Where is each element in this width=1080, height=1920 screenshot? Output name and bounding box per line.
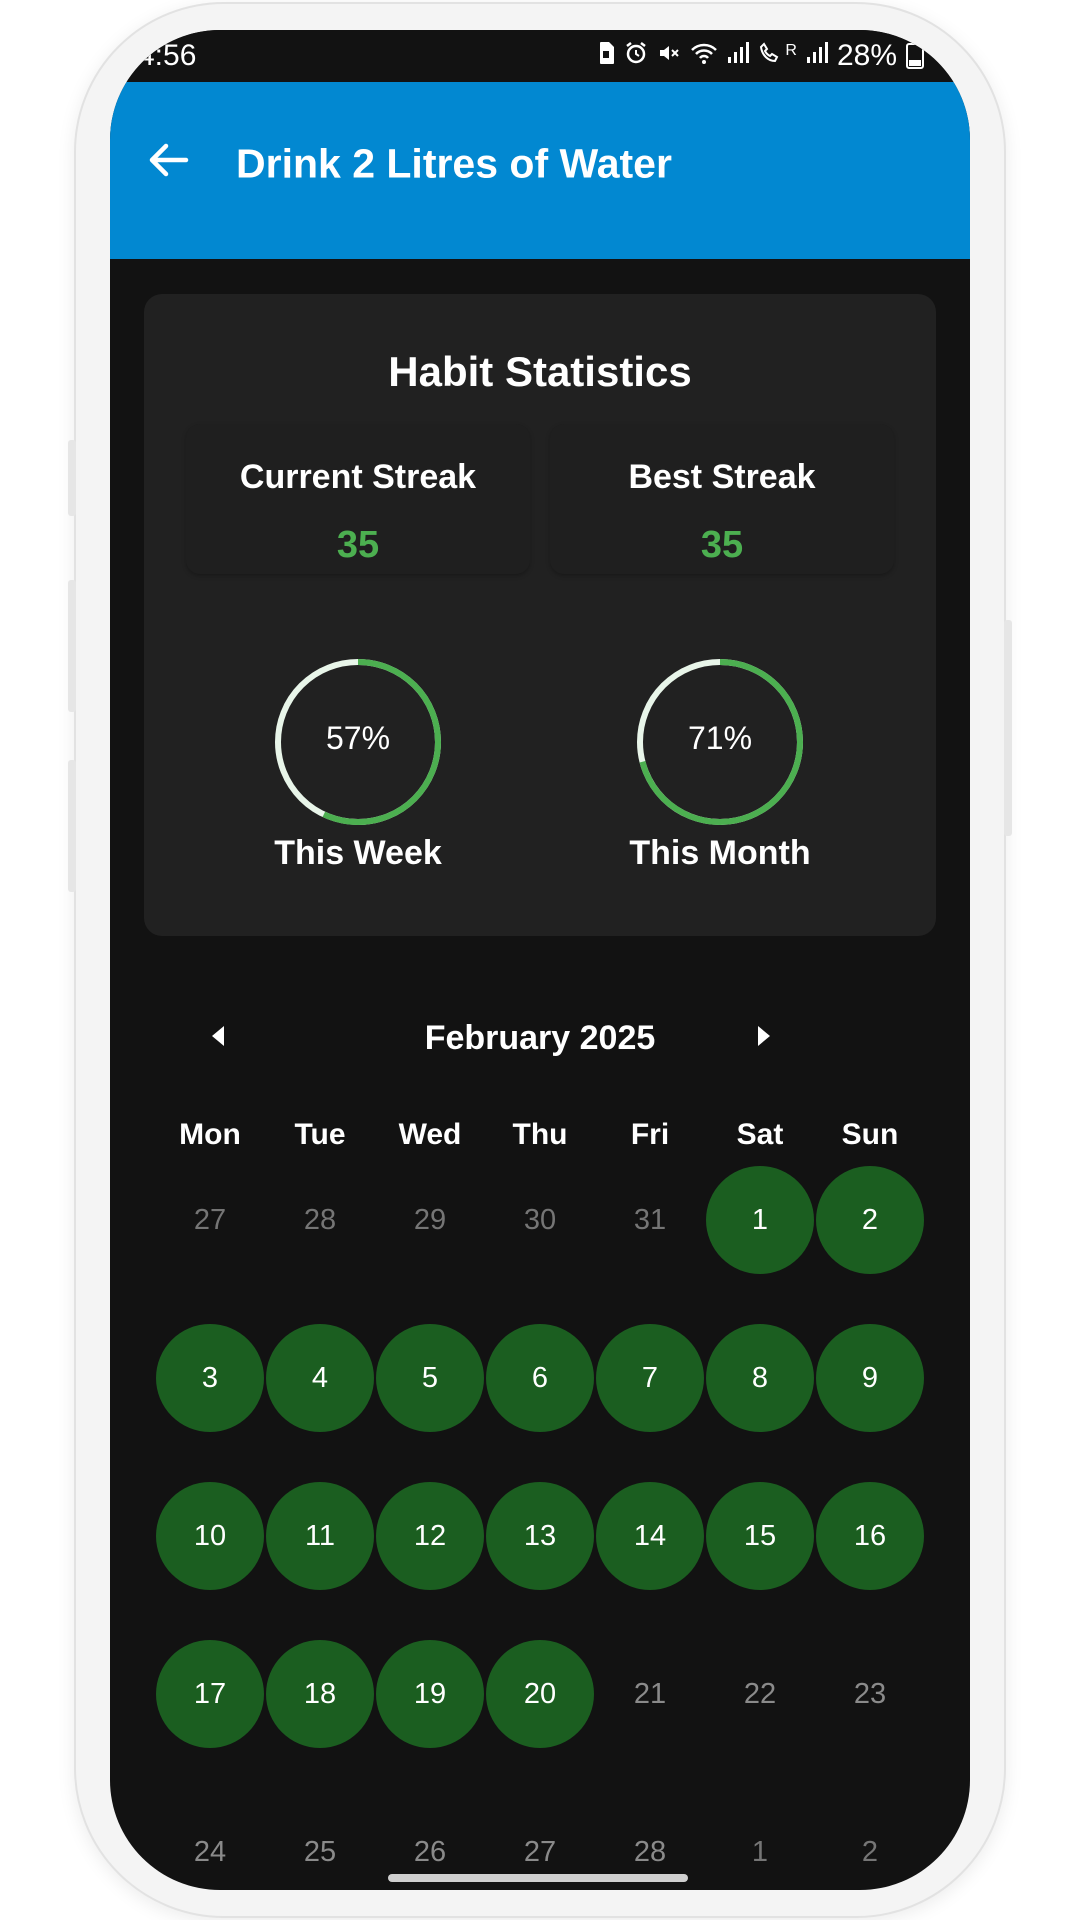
current-streak-label: Current Streak bbox=[239, 458, 477, 496]
this-month-label: This Month bbox=[629, 834, 811, 872]
calendar-day[interactable]: 30 bbox=[486, 1166, 594, 1274]
calendar-day[interactable]: 9 bbox=[816, 1324, 924, 1432]
battery-percent: 28% bbox=[836, 39, 897, 72]
calendar-day[interactable]: 12 bbox=[376, 1482, 484, 1590]
weekday-label-tue: Tue bbox=[294, 1118, 346, 1151]
volte-icon bbox=[758, 41, 782, 72]
stats-title: Habit Statistics bbox=[388, 348, 692, 395]
calendar-day[interactable]: 16 bbox=[816, 1482, 924, 1590]
calendar-day[interactable]: 11 bbox=[266, 1482, 374, 1590]
weekday-label-sun: Sun bbox=[841, 1118, 899, 1151]
calendar-day[interactable]: 2 bbox=[816, 1798, 924, 1890]
status-icons: R 28% bbox=[597, 39, 924, 73]
calendar-day[interactable]: 25 bbox=[266, 1798, 374, 1890]
calendar-day[interactable]: 8 bbox=[706, 1324, 814, 1432]
phone-side-button bbox=[68, 580, 76, 712]
alarm-icon bbox=[624, 41, 648, 72]
home-indicator[interactable] bbox=[388, 1874, 688, 1882]
calendar-day[interactable]: 1 bbox=[706, 1798, 814, 1890]
battery-icon bbox=[906, 43, 924, 69]
calendar-day[interactable]: 31 bbox=[596, 1166, 704, 1274]
weekday-label-mon: Mon bbox=[179, 1118, 241, 1151]
this-week-percent: 57% bbox=[325, 720, 391, 756]
this-week-label: This Week bbox=[274, 834, 442, 872]
calendar-next-button[interactable] bbox=[744, 1018, 784, 1058]
signal-icon bbox=[727, 41, 750, 72]
calendar-day[interactable]: 28 bbox=[266, 1166, 374, 1274]
this-month-percent: 71% bbox=[687, 720, 753, 756]
calendar-day[interactable]: 24 bbox=[156, 1798, 264, 1890]
calendar-day[interactable]: 7 bbox=[596, 1324, 704, 1432]
calendar-day[interactable]: 23 bbox=[816, 1640, 924, 1748]
phone-screen: 4:56 R 28% Drink 2 Litres of Water Habit… bbox=[110, 30, 970, 1890]
calendar-day[interactable]: 14 bbox=[596, 1482, 704, 1590]
calendar-month-label: February 2025 bbox=[424, 1019, 656, 1057]
calendar-day[interactable]: 4 bbox=[266, 1324, 374, 1432]
calendar-day[interactable]: 6 bbox=[486, 1324, 594, 1432]
calendar-day[interactable]: 20 bbox=[486, 1640, 594, 1748]
signal-2-icon bbox=[806, 41, 828, 72]
weekday-label-sat: Sat bbox=[736, 1118, 784, 1151]
weekday-label-thu: Thu bbox=[512, 1118, 568, 1151]
phone-side-button bbox=[68, 760, 76, 892]
calendar-day[interactable]: 18 bbox=[266, 1640, 374, 1748]
back-button[interactable] bbox=[138, 132, 198, 192]
calendar-day[interactable]: 1 bbox=[706, 1166, 814, 1274]
calendar-day[interactable]: 19 bbox=[376, 1640, 484, 1748]
best-streak-value: 35 bbox=[700, 524, 744, 566]
calendar-day[interactable]: 17 bbox=[156, 1640, 264, 1748]
calendar-day[interactable]: 21 bbox=[596, 1640, 704, 1748]
wifi-icon bbox=[690, 41, 718, 72]
calendar-day[interactable]: 22 bbox=[706, 1640, 814, 1748]
status-time: 4:56 bbox=[138, 39, 197, 72]
mute-icon bbox=[657, 41, 681, 72]
phone-power-button bbox=[1004, 620, 1012, 836]
page-title: Drink 2 Litres of Water bbox=[236, 140, 672, 187]
this-week-stat: 57% This Week bbox=[228, 656, 488, 876]
sim-icon bbox=[597, 41, 615, 72]
best-streak-label: Best Streak bbox=[628, 458, 816, 496]
weekday-label-wed: Wed bbox=[398, 1118, 462, 1151]
calendar-day[interactable]: 5 bbox=[376, 1324, 484, 1432]
status-bar: 4:56 R 28% bbox=[110, 30, 970, 82]
current-streak-value: 35 bbox=[336, 524, 380, 566]
best-streak-box: Best Streak 35 bbox=[550, 424, 894, 574]
calendar-header: February 2025 bbox=[110, 978, 970, 1088]
calendar-day[interactable]: 10 bbox=[156, 1482, 264, 1590]
calendar-day[interactable]: 15 bbox=[706, 1482, 814, 1590]
current-streak-box: Current Streak 35 bbox=[186, 424, 530, 574]
arrow-left-icon bbox=[146, 138, 190, 187]
calendar-day[interactable]: 2 bbox=[816, 1166, 924, 1274]
calendar-weekday-row: Mon Tue Wed Thu Fri Sat Sun bbox=[110, 1088, 970, 1178]
calendar-day[interactable]: 27 bbox=[156, 1166, 264, 1274]
calendar-day[interactable]: 13 bbox=[486, 1482, 594, 1590]
caret-right-icon bbox=[756, 1024, 772, 1053]
this-month-stat: 71% This Month bbox=[590, 656, 850, 876]
calendar-day[interactable]: 29 bbox=[376, 1166, 484, 1274]
weekday-label-fri: Fri bbox=[630, 1118, 670, 1151]
calendar-day[interactable]: 3 bbox=[156, 1324, 264, 1432]
app-bar: Drink 2 Litres of Water bbox=[110, 82, 970, 259]
volte-label: R bbox=[785, 42, 797, 59]
phone-side-button bbox=[68, 440, 76, 516]
habit-statistics-card: Habit Statistics Current Streak 35 Best … bbox=[144, 294, 936, 936]
